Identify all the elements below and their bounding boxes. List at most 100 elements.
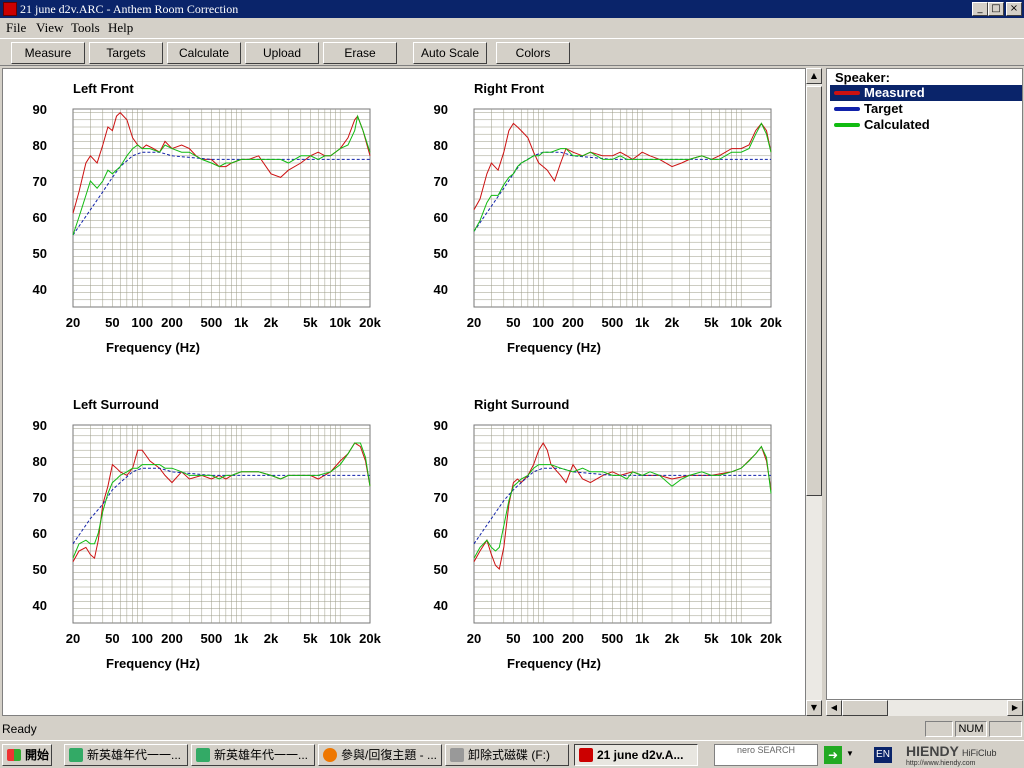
chart-2: Right Front 40 50 60 70 80 90 20 50 100 200 500 1k 2k…	[434, 81, 783, 355]
minimize-button[interactable]: _	[972, 2, 988, 16]
x-axis-label: Frequency (Hz)	[507, 656, 601, 671]
plot-area	[72, 424, 371, 624]
status-bar: Ready NUM	[0, 718, 1024, 740]
x-tick-label: 50	[506, 631, 520, 646]
auto-scale-button[interactable]: Auto Scale	[413, 42, 487, 64]
chart-title: Right Surround	[474, 397, 569, 412]
x-axis-label: Frequency (Hz)	[106, 340, 200, 355]
legend-title: Speaker:	[835, 70, 890, 85]
x-tick-label: 20	[467, 631, 481, 646]
chart-title: Subwoofer	[474, 713, 541, 715]
menu-tools[interactable]: Tools	[71, 20, 100, 36]
x-tick-label: 1k	[234, 315, 249, 330]
task-label: 21 june d2v.A...	[597, 748, 684, 762]
scroll-right-icon[interactable]: ▶	[1007, 700, 1023, 716]
menu-view[interactable]: View	[36, 20, 63, 36]
y-tick-label: 60	[33, 526, 47, 541]
language-indicator[interactable]: EN	[874, 747, 892, 763]
x-tick-label: 1k	[635, 315, 650, 330]
x-tick-label: 5k	[704, 631, 719, 646]
colors-button[interactable]: Colors	[496, 42, 570, 64]
close-button[interactable]: ×	[1006, 2, 1022, 16]
x-tick-label: 200	[161, 631, 183, 646]
start-label: 開始	[25, 748, 50, 762]
taskbar-item[interactable]: 新英雄年代一一...	[191, 744, 315, 766]
menu-file[interactable]: File	[6, 20, 26, 36]
num-indicator: NUM	[955, 721, 987, 737]
watermark-sub: HiFiClub	[961, 748, 997, 758]
legend-item-calculated[interactable]: Calculated	[830, 117, 1022, 133]
scroll-thumb[interactable]	[806, 86, 822, 496]
chart-pane[interactable]: Left Front 40 50 60 70 80 90 20 50 100 200 500 1k 2k 5…	[2, 68, 806, 716]
calculated-swatch	[834, 123, 860, 127]
x-tick-label: 2k	[264, 315, 279, 330]
erase-button[interactable]: Erase	[323, 42, 397, 64]
y-tick-label: 50	[33, 562, 47, 577]
x-axis-label: Frequency (Hz)	[507, 340, 601, 355]
vertical-scrollbar[interactable]: ▲ ▼	[806, 68, 822, 716]
game-icon	[69, 748, 83, 762]
x-tick-label: 2k	[665, 315, 680, 330]
drive-icon	[450, 748, 464, 762]
x-tick-label: 500	[201, 315, 223, 330]
app-icon	[579, 748, 593, 762]
calculate-button[interactable]: Calculate	[167, 42, 241, 64]
hscroll-thumb[interactable]	[842, 700, 888, 716]
y-tick-label: 40	[33, 282, 47, 297]
windows-logo-icon	[7, 749, 21, 761]
legend-item-label: Measured	[864, 85, 925, 100]
targets-button[interactable]: Targets	[89, 42, 163, 64]
plot-area	[473, 424, 772, 624]
scroll-left-icon[interactable]: ◀	[826, 700, 842, 716]
x-tick-label: 200	[562, 631, 584, 646]
horizontal-scrollbar[interactable]: ◀ ▶	[826, 700, 1023, 716]
menu-bar: File View Tools Help	[0, 18, 1024, 38]
taskbar-item[interactable]: 新英雄年代一一...	[64, 744, 188, 766]
watermark-url: http://www.hiendy.com	[906, 760, 976, 767]
x-tick-label: 1k	[234, 631, 249, 646]
window-title: 21 june d2v.ARC - Anthem Room Correction	[20, 2, 239, 16]
watermark-logo: HIENDY	[906, 743, 959, 759]
x-tick-label: 100	[532, 631, 554, 646]
legend-item-measured[interactable]: Measured	[830, 85, 1022, 101]
x-tick-label: 20k	[359, 315, 381, 330]
measure-button[interactable]: Measure	[11, 42, 85, 64]
x-tick-label: 10k	[730, 315, 752, 330]
dropdown-arrow-icon[interactable]: ▼	[845, 744, 855, 766]
x-tick-label: 20k	[760, 315, 782, 330]
legend-item-target[interactable]: Target	[830, 101, 1022, 117]
task-label: 參與/回復主題 - ...	[341, 748, 438, 762]
y-tick-label: 80	[434, 138, 448, 153]
target-swatch	[834, 107, 860, 111]
y-tick-label: 90	[33, 102, 47, 117]
taskbar-item-active[interactable]: 21 june d2v.A...	[574, 744, 698, 766]
start-button[interactable]: 開始	[2, 744, 52, 766]
status-text: Ready	[2, 722, 37, 736]
nero-search-box[interactable]: nero SEARCH	[714, 744, 818, 766]
y-tick-label: 70	[434, 174, 448, 189]
menu-help[interactable]: Help	[108, 20, 133, 36]
legend-item-label: Calculated	[864, 117, 930, 132]
y-tick-label: 50	[434, 246, 448, 261]
x-tick-label: 200	[562, 315, 584, 330]
title-bar[interactable]: 21 june d2v.ARC - Anthem Room Correction…	[0, 0, 1024, 18]
go-arrow-icon[interactable]: ➜	[824, 746, 842, 764]
chart-title: Left Surround	[73, 397, 159, 412]
y-tick-label: 60	[434, 526, 448, 541]
task-label: 新英雄年代一一...	[214, 748, 309, 762]
x-tick-label: 50	[105, 631, 119, 646]
task-label: 新英雄年代一一...	[87, 748, 182, 762]
taskbar-item[interactable]: 卸除式磁碟 (F:)	[445, 744, 569, 766]
x-tick-label: 5k	[303, 631, 318, 646]
maximize-button[interactable]: □	[988, 2, 1004, 16]
chart-6: Subwoofer	[474, 713, 541, 715]
scroll-down-icon[interactable]: ▼	[806, 700, 822, 716]
speaker-legend: Speaker: Measured Target Calculated	[826, 68, 1023, 700]
x-axis-label: Frequency (Hz)	[106, 656, 200, 671]
upload-button[interactable]: Upload	[245, 42, 319, 64]
taskbar-item[interactable]: 參與/回復主題 - ...	[318, 744, 442, 766]
plot-area	[72, 108, 371, 308]
scroll-up-icon[interactable]: ▲	[806, 68, 822, 84]
chart-title: Left Front	[73, 81, 134, 96]
x-tick-label: 20k	[359, 631, 381, 646]
